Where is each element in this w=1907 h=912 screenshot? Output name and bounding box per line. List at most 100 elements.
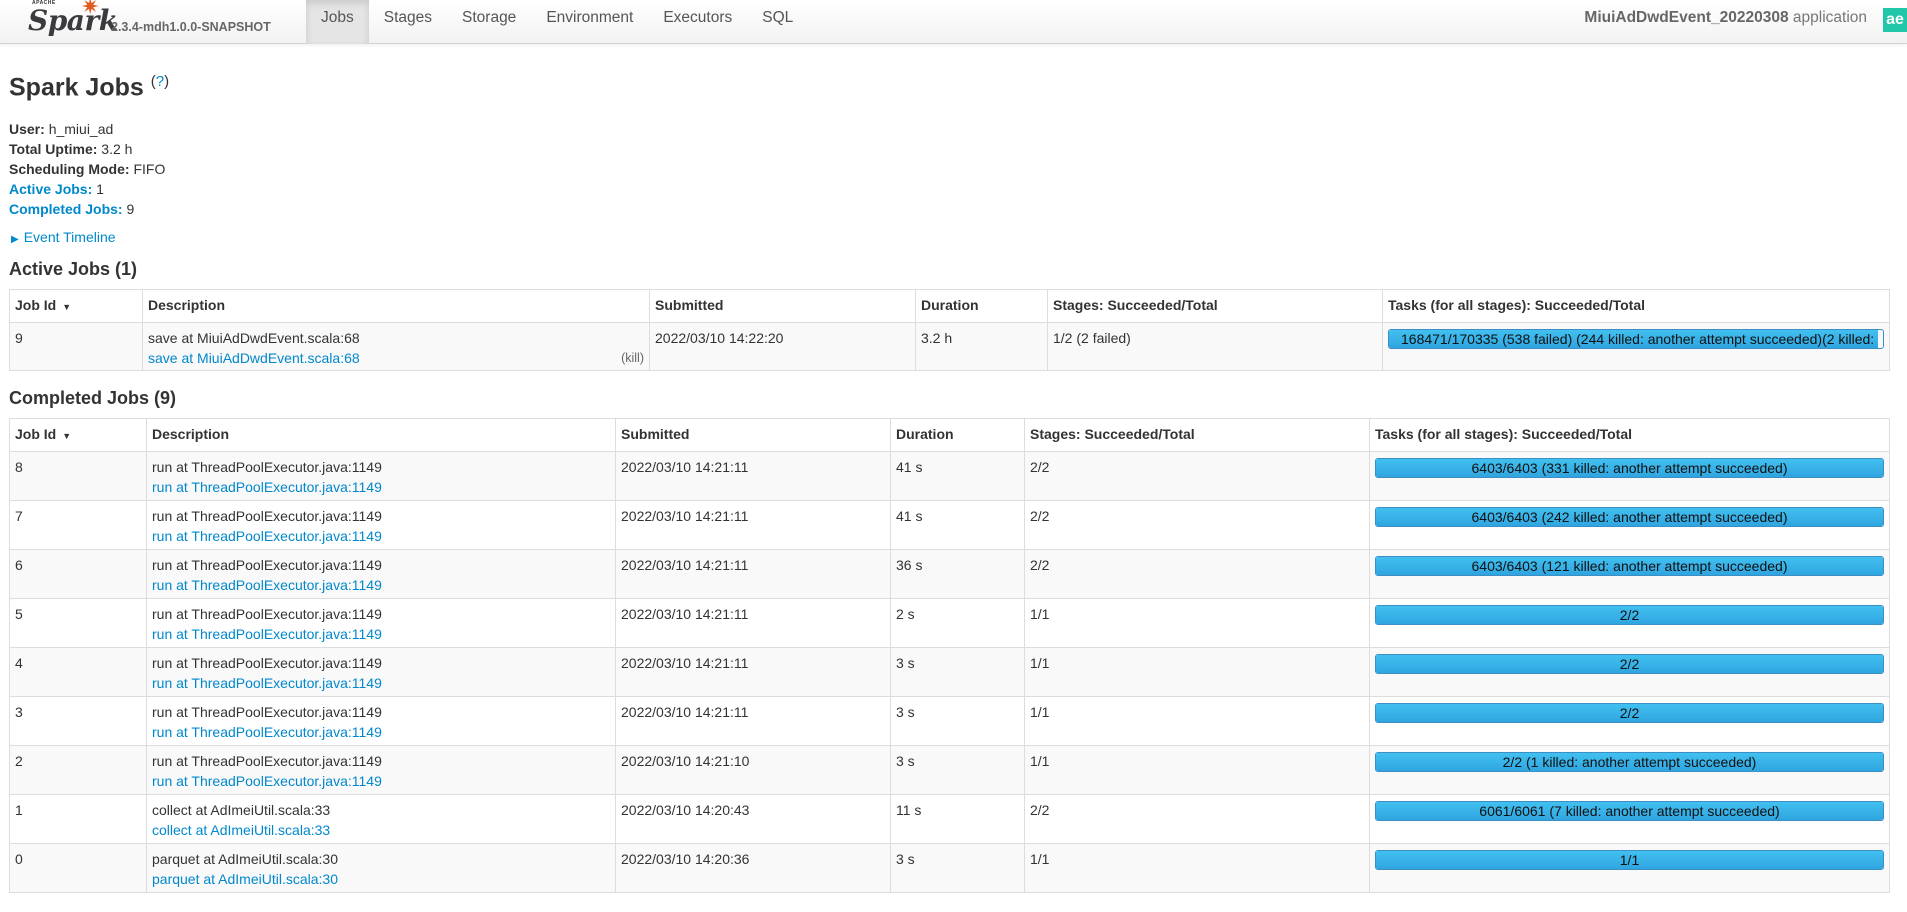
col-job-id[interactable]: Job Id ▼	[9, 289, 143, 323]
job-stages: 1/1	[1024, 598, 1370, 648]
kill-job-link[interactable]: (kill)	[621, 348, 644, 368]
completed-jobs-link[interactable]: Completed Jobs:	[9, 201, 123, 217]
job-duration: 3 s	[890, 843, 1025, 893]
job-description: run at ThreadPoolExecutor.java:1149 run a…	[146, 696, 616, 746]
col-job-id[interactable]: Job Id ▼	[9, 418, 147, 452]
job-duration: 3 s	[890, 647, 1025, 697]
col-tasks[interactable]: Tasks (for all stages): Succeeded/Total	[1382, 289, 1890, 323]
job-stages: 1/2 (2 failed)	[1047, 322, 1383, 371]
job-description-link[interactable]: collect at AdImeiUtil.scala:33	[152, 820, 610, 840]
col-job-id-label: Job Id	[15, 426, 57, 442]
task-progress-text: 2/2	[1619, 607, 1640, 623]
job-tasks: 6403/6403 (121 killed: another attempt s…	[1369, 549, 1890, 599]
completed-jobs-body: 8 run at ThreadPoolExecutor.java:1149 run …	[9, 451, 1890, 893]
col-duration[interactable]: Duration	[890, 418, 1025, 452]
active-jobs-label[interactable]: Active Jobs:	[9, 181, 92, 197]
job-description-text: run at ThreadPoolExecutor.java:1149	[152, 508, 382, 524]
job-description-link[interactable]: run at ThreadPoolExecutor.java:1149	[152, 526, 610, 546]
table-row: 2 run at ThreadPoolExecutor.java:1149 run …	[9, 745, 1890, 795]
job-tasks: 6403/6403 (242 killed: another attempt s…	[1369, 500, 1890, 550]
job-stages: 1/1	[1024, 647, 1370, 697]
job-description-link[interactable]: run at ThreadPoolExecutor.java:1149	[152, 575, 610, 595]
tab-jobs[interactable]: Jobs	[306, 0, 369, 44]
job-description-text: run at ThreadPoolExecutor.java:1149	[152, 704, 382, 720]
job-description: run at ThreadPoolExecutor.java:1149 run a…	[146, 549, 616, 599]
spark-version: 2.3.4-mdh1.0.0-SNAPSHOT	[111, 20, 271, 34]
job-description: run at ThreadPoolExecutor.java:1149 run a…	[146, 451, 616, 501]
col-job-id-label: Job Id	[15, 297, 57, 313]
col-description[interactable]: Description	[142, 289, 650, 323]
job-description-link[interactable]: run at ThreadPoolExecutor.java:1149	[152, 771, 610, 791]
col-duration[interactable]: Duration	[915, 289, 1048, 323]
job-description-link[interactable]: run at ThreadPoolExecutor.java:1149	[152, 673, 610, 693]
ae-badge-icon[interactable]: ae	[1883, 8, 1907, 32]
task-progress-bar: 2/2 (1 killed: another attempt succeeded…	[1375, 752, 1884, 772]
col-stages[interactable]: Stages: Succeeded/Total	[1024, 418, 1370, 452]
tab-sql[interactable]: SQL	[747, 0, 808, 44]
completed-jobs-label[interactable]: Completed Jobs:	[9, 201, 123, 217]
job-description-link[interactable]: run at ThreadPoolExecutor.java:1149	[152, 477, 610, 497]
job-description: collect at AdImeiUtil.scala:33 collect at…	[146, 794, 616, 844]
job-description: run at ThreadPoolExecutor.java:1149 run a…	[146, 647, 616, 697]
spark-star-icon: ✷	[81, 0, 100, 19]
caret-right-icon: ▶	[11, 234, 19, 245]
job-description-text: collect at AdImeiUtil.scala:33	[152, 802, 331, 818]
task-progress-text: 6403/6403 (331 killed: another attempt s…	[1471, 460, 1788, 476]
task-progress-text: 2/2	[1619, 656, 1640, 672]
job-description-link[interactable]: run at ThreadPoolExecutor.java:1149	[152, 624, 610, 644]
active-jobs-link[interactable]: Active Jobs:	[9, 181, 92, 197]
tab-environment[interactable]: Environment	[531, 0, 648, 44]
job-description-text: save at MiuiAdDwdEvent.scala:68	[148, 330, 360, 346]
page-title-text: Spark Jobs	[9, 73, 144, 102]
summary-uptime-value: 3.2 h	[101, 141, 133, 157]
tab-stages[interactable]: Stages	[369, 0, 447, 44]
task-progress-bar: 2/2	[1375, 654, 1884, 674]
job-duration: 41 s	[890, 451, 1025, 501]
job-stages: 1/1	[1024, 696, 1370, 746]
job-id: 9	[9, 322, 143, 371]
table-row: 5 run at ThreadPoolExecutor.java:1149 run …	[9, 598, 1890, 648]
job-tasks: 2/2	[1369, 598, 1890, 648]
active-jobs-count: 1	[96, 181, 104, 197]
spark-brand[interactable]: APACHE Spark ✷ 2.3.4-mdh1.0.0-SNAPSHOT	[26, 0, 286, 44]
task-progress-text: 2/2	[1619, 705, 1640, 721]
col-stages[interactable]: Stages: Succeeded/Total	[1047, 289, 1383, 323]
col-tasks[interactable]: Tasks (for all stages): Succeeded/Total	[1369, 418, 1890, 452]
job-id: 5	[9, 598, 147, 648]
event-timeline-label: Event Timeline	[23, 229, 116, 245]
job-submitted: 2022/03/10 14:20:43	[615, 794, 891, 844]
summary-uptime-label: Total Uptime:	[9, 141, 98, 157]
job-submitted: 2022/03/10 14:21:11	[615, 451, 891, 501]
job-duration: 3 s	[890, 696, 1025, 746]
job-description: save at MiuiAdDwdEvent.scala:68 (kill) s…	[142, 322, 650, 371]
job-id: 7	[9, 500, 147, 550]
job-description: parquet at AdImeiUtil.scala:30 parquet at…	[146, 843, 616, 893]
sort-down-icon: ▼	[62, 302, 72, 312]
event-timeline-toggle[interactable]: ▶ Event Timeline	[11, 229, 116, 245]
col-description[interactable]: Description	[146, 418, 616, 452]
completed-jobs-heading[interactable]: Completed Jobs (9)	[9, 388, 176, 409]
help-link[interactable]: (?)	[151, 73, 169, 90]
tab-storage[interactable]: Storage	[447, 0, 531, 44]
job-description-link[interactable]: parquet at AdImeiUtil.scala:30	[152, 869, 610, 889]
task-progress-bar: 6403/6403 (242 killed: another attempt s…	[1375, 507, 1884, 527]
active-jobs-heading[interactable]: Active Jobs (1)	[9, 259, 137, 280]
job-description-link[interactable]: run at ThreadPoolExecutor.java:1149	[152, 722, 610, 742]
page-title: Spark Jobs (?)	[9, 73, 169, 102]
job-description-link[interactable]: save at MiuiAdDwdEvent.scala:68	[148, 348, 621, 368]
job-submitted: 2022/03/10 14:21:11	[615, 647, 891, 697]
completed-jobs-count: 9	[126, 201, 135, 217]
completed-jobs-table: Job Id ▼ Description Submitted Duration S…	[9, 418, 1890, 893]
tab-executors[interactable]: Executors	[648, 0, 747, 44]
job-submitted: 2022/03/10 14:20:36	[615, 843, 891, 893]
help-question-mark[interactable]: ?	[156, 73, 164, 90]
task-progress-bar: 168471/170335 (538 failed) (244 killed: …	[1388, 329, 1884, 349]
col-submitted[interactable]: Submitted	[615, 418, 891, 452]
job-duration: 11 s	[890, 794, 1025, 844]
summary-uptime: Total Uptime: 3.2 h	[9, 139, 165, 159]
job-submitted: 2022/03/10 14:21:11	[615, 549, 891, 599]
job-stages: 2/2	[1024, 794, 1370, 844]
col-submitted[interactable]: Submitted	[649, 289, 916, 323]
job-id: 1	[9, 794, 147, 844]
spark-logo[interactable]: Spark	[28, 4, 118, 37]
